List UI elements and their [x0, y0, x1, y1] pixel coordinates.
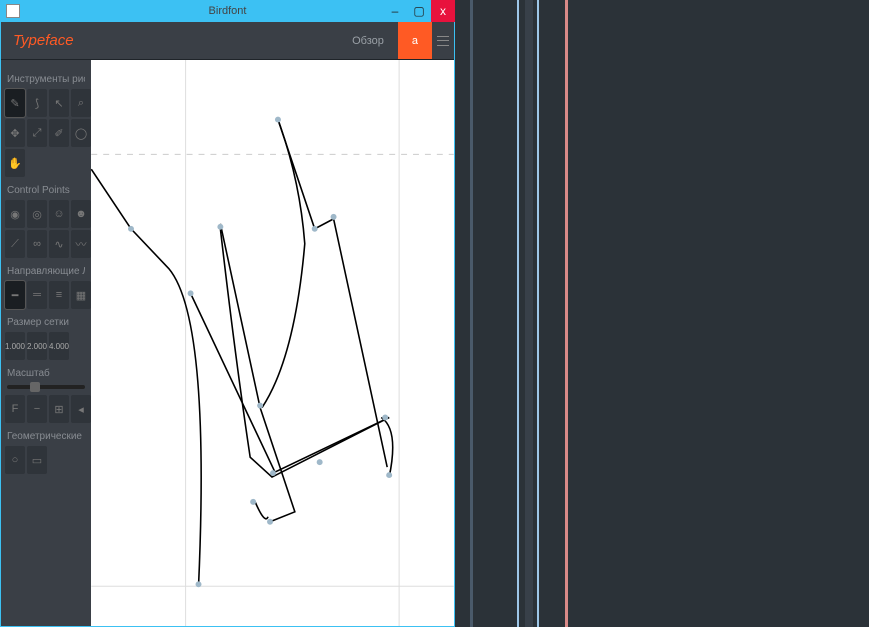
tab-menu[interactable] [432, 22, 454, 59]
zoom-tool-icon[interactable]: ⌕ [71, 89, 91, 117]
section-scale: Масштаб [7, 368, 85, 379]
cp-wave-icon[interactable]: 〰 [71, 230, 91, 258]
grid-2-button[interactable]: 2.000 [27, 332, 47, 360]
cp-link-icon[interactable]: ∞ [27, 230, 47, 258]
cp-corner-icon[interactable]: ◉ [5, 200, 25, 228]
close-button[interactable]: x [431, 0, 455, 22]
guide-solid-icon[interactable]: ━ [5, 281, 25, 309]
section-control-points: Control Points [7, 185, 85, 196]
guide-grid-icon[interactable]: ▦ [71, 281, 91, 309]
window-title: Birdfont [209, 5, 247, 17]
drawing-tools-grid: ✎ ⟆ ↖ ⌕ ✥ ⤢ ✐ ◯ ✋ [5, 89, 87, 177]
cp-smooth-icon[interactable]: ◎ [27, 200, 47, 228]
hand-tool-icon[interactable]: ✋ [5, 149, 25, 177]
canvas-area [91, 60, 454, 626]
vline-3 [525, 0, 533, 627]
guide-double-icon[interactable]: ═ [27, 281, 47, 309]
scale-fit-button[interactable]: F [5, 395, 25, 423]
brand-label: Typeface [1, 22, 86, 59]
scale-slider-thumb[interactable] [30, 382, 40, 392]
vline-5 [565, 0, 568, 627]
guides-grid: ━ ═ ≡ ▦ [5, 281, 87, 309]
shape-circle-icon[interactable]: ○ [5, 446, 25, 474]
section-grid-size: Размер сетки [7, 317, 85, 328]
grid-4-button[interactable]: 4.000 [49, 332, 69, 360]
resize-tool-icon[interactable]: ⤢ [27, 119, 47, 147]
pen-tool-icon[interactable]: ✎ [5, 89, 25, 117]
tabs: Обзор a [338, 22, 454, 59]
cp-sym-icon[interactable]: ☺ [49, 200, 69, 228]
right-pane [455, 0, 869, 627]
window-controls: – ▢ x [383, 0, 455, 22]
pointer-tool-icon[interactable]: ↖ [49, 89, 69, 117]
scale-minus-button[interactable]: − [27, 395, 47, 423]
shape-rect-icon[interactable]: ▭ [27, 446, 47, 474]
section-shapes: Геометрические фигуры [7, 431, 85, 442]
topbar: Typeface Обзор a [1, 22, 454, 60]
move-tool-icon[interactable]: ✥ [5, 119, 25, 147]
birdfont-window: Birdfont – ▢ x Typeface Обзор a Инструме… [0, 0, 455, 627]
scale-slider[interactable] [7, 385, 85, 389]
app-icon [6, 4, 20, 18]
titlebar[interactable]: Birdfont – ▢ x [0, 0, 455, 22]
vline-1 [470, 0, 473, 627]
cp-tangent-icon[interactable]: ☻ [71, 200, 91, 228]
scale-buttons-grid: F − ⊞ ◂ [5, 395, 87, 423]
shapes-grid: ○ ▭ [5, 446, 87, 474]
brush-tool-icon[interactable]: ✐ [49, 119, 69, 147]
grid-size-grid: 1.000 2.000 4.000 [5, 332, 87, 360]
glyph-canvas[interactable] [91, 60, 454, 626]
tab-glyph[interactable]: a [398, 22, 432, 59]
cp-convert-icon[interactable]: ⟋ [5, 230, 25, 258]
scale-grid-button[interactable]: ⊞ [49, 395, 69, 423]
canvas-svg [91, 60, 454, 626]
scale-play-button[interactable]: ◂ [71, 395, 91, 423]
grid-1-button[interactable]: 1.000 [5, 332, 25, 360]
guide-triple-icon[interactable]: ≡ [49, 281, 69, 309]
content: Инструменты рисования ✎ ⟆ ↖ ⌕ ✥ ⤢ ✐ ◯ ✋ … [1, 60, 454, 626]
vline-2 [517, 0, 519, 627]
control-points-grid: ◉ ◎ ☺ ☻ ⟋ ∞ ∿ 〰 [5, 200, 87, 258]
vline-4 [537, 0, 539, 627]
section-guides: Направляющие Линии и С [7, 266, 85, 277]
section-drawing-tools: Инструменты рисования [7, 74, 85, 85]
minimize-button[interactable]: – [383, 0, 407, 22]
app-body: Typeface Обзор a Инструменты рисования ✎… [0, 22, 455, 627]
maximize-button[interactable]: ▢ [407, 0, 431, 22]
circle-tool-icon[interactable]: ◯ [71, 119, 91, 147]
tab-overview[interactable]: Обзор [338, 22, 398, 59]
sidebar: Инструменты рисования ✎ ⟆ ↖ ⌕ ✥ ⤢ ✐ ◯ ✋ … [1, 60, 91, 626]
cp-curve-icon[interactable]: ∿ [49, 230, 69, 258]
menu-icon [437, 36, 449, 46]
bezier-tool-icon[interactable]: ⟆ [27, 89, 47, 117]
